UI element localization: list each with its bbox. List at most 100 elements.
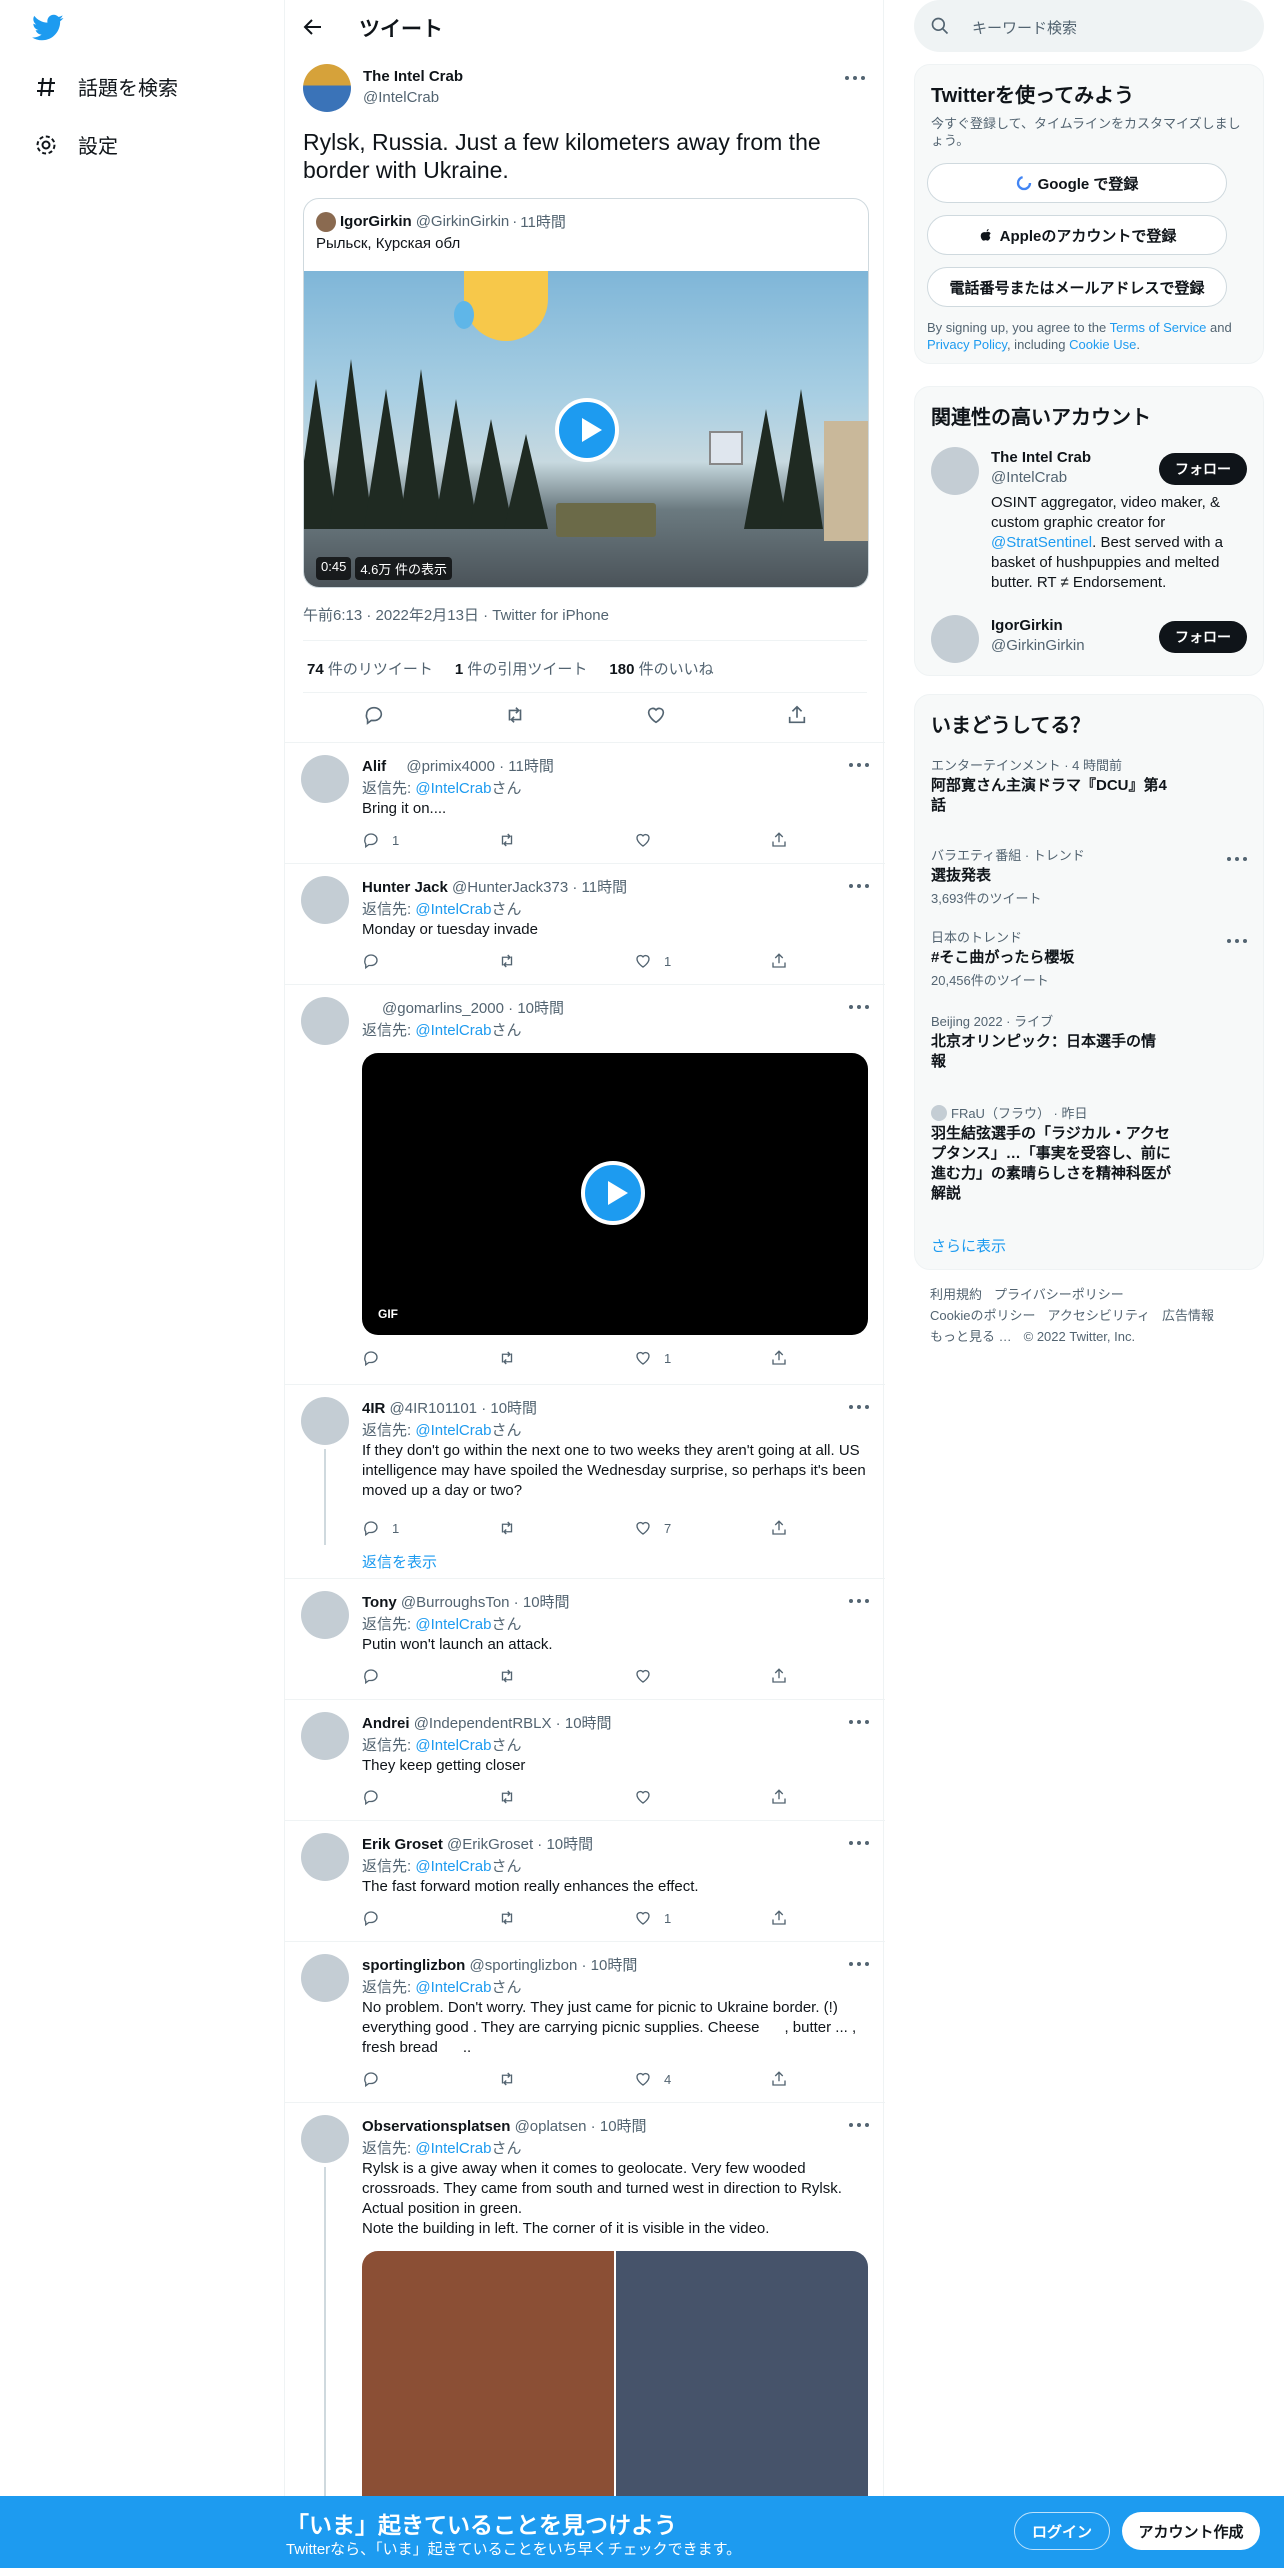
share-button[interactable] (770, 1349, 830, 1367)
reply-tweet[interactable]: Alif @primix4000 · 11時間 返信先: @IntelCrabさ… (285, 743, 885, 864)
more-options-icon[interactable] (1227, 855, 1247, 863)
quotes-stat[interactable]: 1 件の引用ツイート (455, 658, 588, 679)
footer-link[interactable]: 広告情報 (1162, 1308, 1214, 1323)
avatar[interactable] (303, 64, 351, 112)
tweet-timestamp[interactable]: 午前6:13 · 2022年2月13日 · Twitter for iPhone (303, 604, 609, 625)
share-button[interactable] (770, 1519, 830, 1537)
footer-link[interactable]: アクセシビリティ (1047, 1308, 1150, 1323)
footer-link[interactable]: 利用規約 (930, 1287, 982, 1302)
mention-link[interactable]: @IntelCrab (415, 901, 491, 918)
reply-icon[interactable] (363, 704, 385, 726)
avatar[interactable] (301, 1954, 349, 2002)
cookie-link[interactable]: Cookie Use (1069, 337, 1136, 352)
mention-link[interactable]: @IntelCrab (415, 1022, 491, 1039)
more-options-icon[interactable] (849, 882, 869, 890)
like-icon[interactable] (645, 704, 667, 726)
play-button-icon[interactable] (581, 1161, 645, 1225)
google-signup-button[interactable]: Google で登録 (927, 163, 1227, 203)
avatar[interactable] (931, 447, 979, 495)
reply-button[interactable]: 1 (362, 831, 498, 849)
login-button[interactable]: ログイン (1014, 2512, 1110, 2550)
more-options-icon[interactable] (849, 1718, 869, 1726)
avatar[interactable] (301, 1833, 349, 1881)
share-button[interactable] (770, 2070, 830, 2088)
trend-item[interactable]: Beijing 2022 · ライブ 北京オリンピック：日本選手の情報 (931, 1011, 1231, 1072)
follow-button[interactable]: フォロー (1159, 621, 1247, 653)
video-player[interactable]: 0:45 4.6万 件の表示 (304, 271, 868, 587)
trend-item[interactable]: バラエティ番組 · トレンド 選抜発表 3,693件のツイート (931, 845, 1231, 907)
reply-button[interactable] (362, 1788, 498, 1806)
trend-item[interactable]: FRaU（フラウ） · 昨日 羽生結弦選手の「ラジカル・アクセプタンス」…「事実… (931, 1103, 1231, 1204)
avatar[interactable] (301, 1712, 349, 1760)
reply-tweet[interactable]: Andrei @IndependentRBLX · 10時間 返信先: @Int… (285, 1700, 885, 1821)
more-options-icon[interactable] (849, 1403, 869, 1411)
twitter-logo-icon[interactable] (32, 14, 64, 42)
play-button-icon[interactable] (555, 398, 619, 462)
image-grid[interactable] (362, 2251, 868, 2511)
reply-button[interactable]: 1 (362, 1519, 498, 1537)
more-options-icon[interactable] (849, 1003, 869, 1011)
avatar[interactable] (301, 997, 349, 1045)
avatar[interactable] (301, 755, 349, 803)
mention-link[interactable]: @IntelCrab (415, 2140, 491, 2157)
footer-link[interactable]: もっと見る … (930, 1329, 1012, 1344)
apple-signup-button[interactable]: Appleのアカウントで登録 (927, 215, 1227, 255)
reply-button[interactable] (362, 1667, 498, 1685)
avatar[interactable] (301, 2115, 349, 2163)
avatar[interactable] (301, 876, 349, 924)
account-name[interactable]: The Intel Crab (991, 449, 1091, 466)
like-button[interactable]: 7 (634, 1519, 770, 1537)
like-button[interactable] (634, 1667, 770, 1685)
likes-stat[interactable]: 180 件のいいね (609, 658, 713, 679)
privacy-link[interactable]: Privacy Policy (927, 337, 1007, 352)
retweet-icon[interactable] (504, 704, 526, 726)
author-name[interactable]: The Intel Crab (363, 68, 463, 85)
more-options-icon[interactable] (849, 1839, 869, 1847)
avatar[interactable] (931, 615, 979, 663)
more-options-icon[interactable] (849, 1960, 869, 1968)
search-input[interactable]: キーワード検索 (972, 17, 1077, 38)
reply-button[interactable] (362, 1909, 498, 1927)
share-button[interactable] (770, 1667, 830, 1685)
reply-tweet[interactable]: Tony @BurroughsTon · 10時間 返信先: @IntelCra… (285, 1579, 885, 1700)
more-options-icon[interactable] (849, 2121, 869, 2129)
search-bar[interactable]: キーワード検索 (914, 0, 1264, 52)
footer-link[interactable]: Cookieのポリシー (930, 1308, 1035, 1323)
reply-button[interactable] (362, 2070, 498, 2088)
quoted-tweet[interactable]: IgorGirkin @GirkinGirkin · 11時間 Рыльск, … (303, 198, 869, 588)
reply-tweet[interactable]: @gomarlins_2000 · 10時間 返信先: @IntelCrabさん… (285, 985, 885, 1385)
reply-button[interactable] (362, 952, 498, 970)
reply-button[interactable] (362, 1349, 498, 1367)
like-button[interactable]: 1 (634, 952, 770, 970)
share-button[interactable] (770, 952, 830, 970)
trend-item[interactable]: 日本のトレンド #そこ曲がったら櫻坂 20,456件のツイート (931, 927, 1231, 989)
retweet-button[interactable] (498, 831, 634, 849)
share-icon[interactable] (786, 704, 808, 726)
attached-image[interactable] (616, 2251, 868, 2511)
mention-link[interactable]: @StratSentinel (991, 534, 1092, 551)
trend-item[interactable]: エンターテインメント · 4 時間前 阿部寛さん主演ドラマ『DCU』第4話 (931, 755, 1231, 816)
mention-link[interactable]: @IntelCrab (415, 1979, 491, 1996)
show-more-link[interactable]: さらに表示 (931, 1235, 1006, 1256)
more-options-icon[interactable] (845, 74, 865, 82)
retweet-button[interactable] (498, 1788, 634, 1806)
like-button[interactable]: 1 (634, 1349, 770, 1367)
reply-tweet[interactable]: 4IR @4IR101101 · 10時間 返信先: @IntelCrabさん … (285, 1385, 885, 1579)
mention-link[interactable]: @IntelCrab (415, 780, 491, 797)
mention-link[interactable]: @IntelCrab (415, 1422, 491, 1439)
avatar[interactable] (301, 1397, 349, 1445)
show-replies-link[interactable]: 返信を表示 (362, 1551, 437, 1572)
share-button[interactable] (770, 1909, 830, 1927)
nav-item-settings[interactable]: 設定 (34, 130, 118, 159)
mention-link[interactable]: @IntelCrab (415, 1737, 491, 1754)
reply-tweet[interactable]: Erik Groset @ErikGroset · 10時間 返信先: @Int… (285, 1821, 885, 1942)
retweet-button[interactable] (498, 2070, 634, 2088)
like-button[interactable]: 4 (634, 2070, 770, 2088)
share-button[interactable] (770, 1788, 830, 1806)
like-button[interactable] (634, 831, 770, 849)
attached-image[interactable] (362, 2251, 614, 2511)
retweet-button[interactable] (498, 1349, 634, 1367)
signup-button[interactable]: アカウント作成 (1122, 2512, 1260, 2550)
like-button[interactable]: 1 (634, 1909, 770, 1927)
more-options-icon[interactable] (1227, 937, 1247, 945)
